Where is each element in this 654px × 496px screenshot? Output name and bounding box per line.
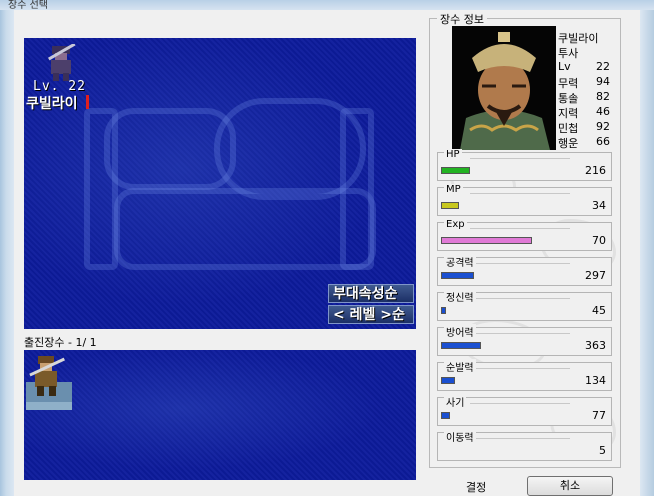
stat-bar-track: [441, 237, 571, 244]
stat-value: 92: [596, 120, 610, 133]
stat-bar-divider: [470, 193, 570, 194]
unit-sprite[interactable]: [44, 44, 80, 82]
stat-label: 무력: [558, 77, 579, 90]
stat-bar-value: 5: [599, 444, 606, 457]
stat-bar-value: 297: [585, 269, 606, 282]
stat-bar-track: [441, 447, 571, 454]
stat-bar-fill: [441, 237, 532, 244]
stat-bar-label: MP: [444, 184, 463, 195]
stat-bar-label: 이동력: [444, 429, 476, 444]
stat-strength: 무력 94: [558, 75, 610, 90]
cancel-button[interactable]: 취소: [527, 476, 613, 496]
stat-bar-value: 216: [585, 164, 606, 177]
info-group-title: 장수 정보: [437, 11, 487, 27]
stat-bar-track: [441, 412, 571, 419]
deployed-unit-tile[interactable]: [24, 352, 74, 412]
stat-bar-value: 70: [592, 234, 606, 247]
stat-level: Lv 22: [558, 60, 610, 73]
stat-bar-fill: [441, 202, 460, 209]
deploy-panel[interactable]: [24, 350, 416, 480]
stat-luck: 행운 66: [558, 135, 610, 150]
stat-bar-track: [441, 202, 571, 209]
stat-intelligence: 지력 46: [558, 105, 610, 120]
stat-agility: 민첩 92: [558, 120, 610, 135]
stat-value: 82: [596, 90, 610, 103]
stat-bar-divider: [470, 438, 570, 439]
stat-bar-divider: [470, 228, 570, 229]
stat-bar-label: 정신력: [444, 289, 476, 304]
stat-label: 행운: [558, 137, 579, 150]
stat-label: 통솔: [558, 92, 579, 105]
stat-bar-divider: [470, 403, 570, 404]
stat-bar-divider: [470, 158, 570, 159]
unit-level: Lv. 22: [33, 79, 86, 94]
stat-bar-divider: [470, 298, 570, 299]
map-pattern: [84, 108, 118, 270]
stat-bar-track: [441, 272, 571, 279]
stat-bar-fill: [441, 167, 470, 174]
stat-label: 민첩: [558, 122, 579, 135]
general-portrait: [452, 26, 556, 150]
stat-value: 94: [596, 75, 610, 88]
stat-bar-label: 공격력: [444, 254, 476, 269]
stat-bar-divider: [470, 263, 570, 264]
confirm-button[interactable]: 결정: [466, 479, 486, 495]
stat-bar-fill: [441, 272, 474, 279]
map-pattern: [340, 108, 374, 270]
stat-bar-value: 363: [585, 339, 606, 352]
stat-bar-label: 방어력: [444, 324, 476, 339]
deploy-count-label: 출진장수 - 1/ 1: [24, 336, 97, 349]
stat-label: Lv: [558, 60, 571, 73]
stat-bar-label: 사기: [444, 394, 467, 409]
stat-bar-track: [441, 377, 571, 384]
stat-bar-value: 77: [592, 409, 606, 422]
text-cursor: [86, 95, 89, 109]
sort-by-level-button[interactable]: < 레벨 >순: [328, 305, 414, 324]
stat-label: 지력: [558, 107, 579, 120]
general-name: 쿠빌라이: [558, 32, 599, 45]
stat-leadership: 통솔 82: [558, 90, 610, 105]
stat-bar-track: [441, 342, 571, 349]
stat-bar-track: [441, 167, 571, 174]
stat-bar-label: Exp: [444, 219, 467, 230]
sort-by-attribute-button[interactable]: 부대속성순: [328, 284, 414, 303]
stat-bar-label: 순발력: [444, 359, 476, 374]
stat-bar-divider: [470, 333, 570, 334]
stat-bar-fill: [441, 342, 482, 349]
general-class: 투사: [558, 47, 579, 60]
stat-bar-value: 34: [592, 199, 606, 212]
stat-value: 66: [596, 135, 610, 148]
stat-bar-fill: [441, 377, 456, 384]
stat-value: 22: [596, 60, 610, 73]
stat-bar-value: 134: [585, 374, 606, 387]
stat-bar-value: 45: [592, 304, 606, 317]
unit-name: 쿠빌라이: [26, 96, 78, 112]
stat-bar-fill: [441, 307, 447, 314]
stat-bar-label: HP: [444, 149, 462, 160]
stat-bar-fill: [441, 412, 451, 419]
map-pattern: [114, 188, 376, 270]
stat-bar-track: [441, 307, 571, 314]
stat-bar-divider: [470, 368, 570, 369]
stat-value: 46: [596, 105, 610, 118]
window-titlebar[interactable]: 장수 선택: [0, 0, 654, 11]
